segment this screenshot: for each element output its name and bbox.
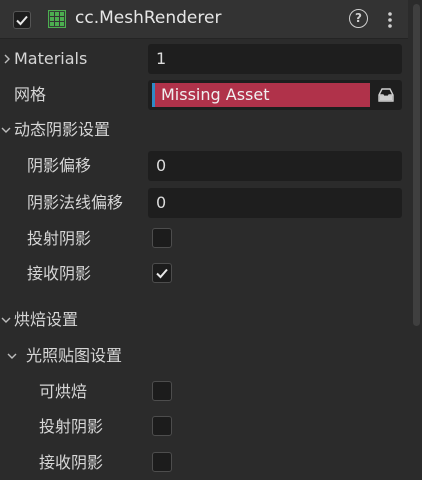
mesh-grid-icon xyxy=(48,10,66,28)
missing-asset-badge[interactable]: Missing Asset xyxy=(152,83,370,107)
cast-shadow-label: 投射阴影 xyxy=(27,229,92,248)
shadow-bias-input[interactable]: 0 xyxy=(148,151,402,181)
lightmap-settings-section-label: 光照贴图设置 xyxy=(26,346,123,365)
dynamic-shadow-section-label: 动态阴影设置 xyxy=(14,120,111,139)
shadow-bias-label: 阴影偏移 xyxy=(27,156,92,175)
materials-row[interactable]: Materials 1 xyxy=(0,42,408,76)
cast-shadow-row: 投射阴影 xyxy=(0,222,408,256)
shadow-normal-bias-row: 阴影法线偏移 0 xyxy=(0,186,408,220)
component-enable-checkbox[interactable] xyxy=(13,11,31,29)
chevron-down-icon[interactable] xyxy=(0,124,12,136)
receive-shadow-label: 接收阴影 xyxy=(27,264,92,283)
component-title: cc.MeshRenderer xyxy=(75,8,222,28)
asset-browse-icon[interactable] xyxy=(377,87,395,103)
shadow-normal-bias-label: 阴影法线偏移 xyxy=(27,193,124,212)
help-icon[interactable]: ? xyxy=(349,9,368,28)
chevron-right-icon[interactable] xyxy=(1,53,13,65)
bakeable-row: 可烘焙 xyxy=(0,375,408,409)
dynamic-shadow-section[interactable]: 动态阴影设置 xyxy=(0,113,408,147)
scrollbar-thumb[interactable] xyxy=(413,4,420,326)
bake-settings-section-label: 烘焙设置 xyxy=(14,310,79,329)
checkmark-icon xyxy=(156,268,168,279)
lightmap-receive-shadow-row: 接收阴影 xyxy=(0,446,408,480)
bake-settings-section[interactable]: 烘焙设置 xyxy=(0,303,408,337)
lightmap-receive-shadow-label: 接收阴影 xyxy=(39,453,104,472)
lightmap-receive-shadow-checkbox[interactable] xyxy=(152,452,172,472)
component-header: cc.MeshRenderer ? xyxy=(0,0,408,39)
more-options-icon[interactable] xyxy=(385,10,395,30)
mesh-label: 网格 xyxy=(14,85,47,104)
chevron-down-icon[interactable] xyxy=(0,314,12,326)
shadow-bias-row: 阴影偏移 0 xyxy=(0,149,408,183)
vertical-scrollbar[interactable] xyxy=(411,0,422,479)
shadow-normal-bias-input[interactable]: 0 xyxy=(148,188,402,218)
mesh-asset-field[interactable]: Missing Asset xyxy=(148,80,402,110)
materials-count-field[interactable]: 1 xyxy=(148,44,402,74)
materials-label: Materials xyxy=(14,49,88,68)
lightmap-cast-shadow-label: 投射阴影 xyxy=(39,417,104,436)
receive-shadow-checkbox[interactable] xyxy=(152,263,172,283)
lightmap-cast-shadow-checkbox[interactable] xyxy=(152,416,172,436)
receive-shadow-row: 接收阴影 xyxy=(0,257,408,291)
lightmap-settings-section[interactable]: 光照贴图设置 xyxy=(0,339,408,373)
bakeable-label: 可烘焙 xyxy=(39,382,88,401)
bakeable-checkbox[interactable] xyxy=(152,381,172,401)
chevron-down-icon[interactable] xyxy=(6,350,18,362)
cast-shadow-checkbox[interactable] xyxy=(152,228,172,248)
checkmark-icon xyxy=(16,15,28,26)
lightmap-cast-shadow-row: 投射阴影 xyxy=(0,410,408,444)
mesh-row: 网格 Missing Asset xyxy=(0,78,408,112)
